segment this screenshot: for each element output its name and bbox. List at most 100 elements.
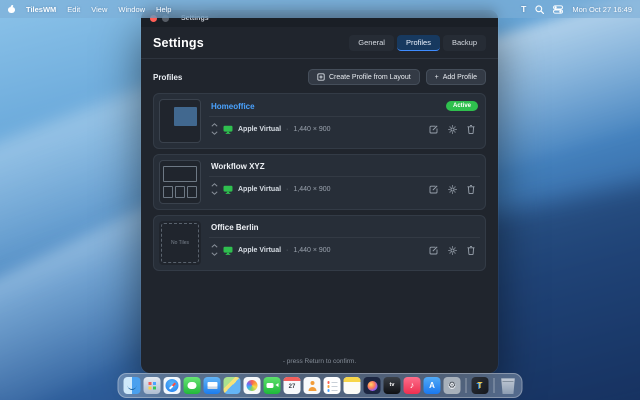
profile-actions: Create Profile from Layout + Add Profile [308, 69, 486, 85]
edit-icon[interactable] [429, 125, 438, 134]
display-name: Apple Virtual [238, 126, 281, 133]
tv-glyph: tv [390, 383, 395, 389]
layout-plus-icon [317, 73, 325, 81]
music-dock-icon[interactable]: ♪ [404, 377, 421, 394]
meta-separator: · [286, 126, 288, 133]
menu-clock[interactable]: Mon Oct 27 16:49 [572, 5, 632, 14]
profile-name[interactable]: Office Berlin [211, 223, 259, 232]
trash-dock-icon[interactable] [500, 377, 517, 394]
profile-card-homeoffice[interactable]: Homeoffice Active Apple Virtual · 1,440 … [153, 93, 486, 149]
tab-backup[interactable]: Backup [443, 35, 486, 51]
gear-icon[interactable] [448, 185, 457, 194]
facetime-dock-icon[interactable] [264, 377, 281, 394]
tab-general[interactable]: General [349, 35, 394, 51]
gear-icon[interactable] [448, 246, 457, 255]
menu-bar: TilesWM Edit View Window Help T Mon Oct … [0, 0, 640, 18]
appstore-dock-icon[interactable]: A [424, 377, 441, 394]
display-actions [429, 185, 478, 194]
photos-dock-icon[interactable] [244, 377, 261, 394]
menu-edit[interactable]: Edit [67, 5, 80, 14]
create-profile-from-layout-button[interactable]: Create Profile from Layout [308, 69, 420, 85]
display-actions [429, 246, 478, 255]
apple-menu-icon[interactable] [8, 5, 15, 13]
profile-card-office-berlin[interactable]: No Tiles Office Berlin Apple Virtual · 1… [153, 215, 486, 271]
profile-card-workflow-xyz[interactable]: Workflow XYZ Apple Virtual · 1,440 × 900 [153, 154, 486, 210]
control-center-icon[interactable] [553, 5, 563, 14]
chevron-up-icon[interactable] [211, 244, 218, 248]
section-title: Profiles [153, 73, 182, 82]
finder-dock-icon[interactable] [124, 377, 141, 394]
tv-dock-icon[interactable]: tv [384, 377, 401, 394]
layout-tile [163, 166, 197, 182]
tab-profiles[interactable]: Profiles [397, 35, 440, 51]
add-profile-button[interactable]: + Add Profile [426, 69, 486, 85]
tab-bar: General Profiles Backup [349, 35, 486, 51]
launchpad-dock-icon[interactable] [144, 377, 161, 394]
add-profile-label: Add Profile [443, 74, 477, 81]
profile-title-row: Homeoffice Active [209, 99, 480, 117]
chevron-up-icon[interactable] [211, 183, 218, 187]
menu-help[interactable]: Help [156, 5, 171, 14]
layout-tile [163, 186, 173, 198]
reorder-chevrons [211, 183, 218, 195]
settings-glyph: ⚙ [448, 381, 456, 390]
edit-icon[interactable] [429, 246, 438, 255]
display-row: Apple Virtual · 1,440 × 900 [209, 238, 480, 258]
calendar-dock-icon[interactable]: 27 [284, 377, 301, 394]
profile-name[interactable]: Homeoffice [211, 102, 255, 111]
tileswm-status-icon[interactable]: T [521, 4, 526, 14]
chevron-up-icon[interactable] [211, 123, 218, 127]
menu-bar-left: TilesWM Edit View Window Help [8, 5, 171, 14]
display-row: Apple Virtual · 1,440 × 900 [209, 117, 480, 137]
menu-window[interactable]: Window [118, 5, 145, 14]
plus-icon: + [435, 74, 439, 81]
edit-icon[interactable] [429, 185, 438, 194]
contacts-dock-icon[interactable] [304, 377, 321, 394]
menu-app-name[interactable]: TilesWM [26, 5, 56, 14]
chevron-down-icon[interactable] [211, 252, 218, 256]
layout-thumbnail [159, 99, 201, 143]
layout-thumbnail-empty: No Tiles [159, 221, 201, 265]
messages-dock-icon[interactable] [184, 377, 201, 394]
display-name: Apple Virtual [238, 247, 281, 254]
trash-icon[interactable] [467, 185, 475, 194]
settings-window: Settings Settings General Profiles Backu… [141, 10, 498, 373]
display-resolution: 1,440 × 900 [293, 186, 330, 193]
display-actions [429, 125, 478, 134]
profile-card-body: Office Berlin Apple Virtual · 1,440 × 90… [209, 221, 480, 265]
profile-list: Homeoffice Active Apple Virtual · 1,440 … [141, 93, 498, 271]
display-name: Apple Virtual [238, 186, 281, 193]
reminders-dock-icon[interactable] [324, 377, 341, 394]
trash-icon[interactable] [467, 246, 475, 255]
page-title: Settings [153, 36, 204, 50]
siri-dock-icon[interactable] [364, 377, 381, 394]
music-glyph: ♪ [410, 381, 415, 390]
chevron-down-icon[interactable] [211, 191, 218, 195]
layout-tile [187, 186, 197, 198]
mail-dock-icon[interactable] [204, 377, 221, 394]
search-icon[interactable] [535, 5, 544, 14]
trash-icon[interactable] [467, 125, 475, 134]
settings-dock-icon[interactable]: ⚙ [444, 377, 461, 394]
window-header: Settings General Profiles Backup [141, 27, 498, 58]
notes-dock-icon[interactable] [344, 377, 361, 394]
monitor-icon [223, 125, 233, 134]
dock: 27 tv ♪ A ⚙ T [118, 373, 523, 398]
monitor-icon [223, 246, 233, 255]
no-tiles-label: No Tiles [159, 221, 201, 265]
chevron-down-icon[interactable] [211, 131, 218, 135]
display-resolution: 1,440 × 900 [293, 247, 330, 254]
menu-view[interactable]: View [91, 5, 107, 14]
appstore-glyph: A [429, 382, 435, 390]
profile-title-row: Office Berlin [209, 221, 480, 238]
display-resolution: 1,440 × 900 [293, 126, 330, 133]
gear-icon[interactable] [448, 125, 457, 134]
footer-hint: - press Return to confirm. [141, 358, 498, 373]
profile-name[interactable]: Workflow XYZ [211, 162, 265, 171]
calendar-glyph: 27 [289, 384, 296, 390]
safari-dock-icon[interactable] [164, 377, 181, 394]
tileswm-dock-icon[interactable]: T [472, 377, 489, 394]
layout-tile [175, 186, 185, 198]
maps-dock-icon[interactable] [224, 377, 241, 394]
active-badge: Active [446, 101, 478, 111]
